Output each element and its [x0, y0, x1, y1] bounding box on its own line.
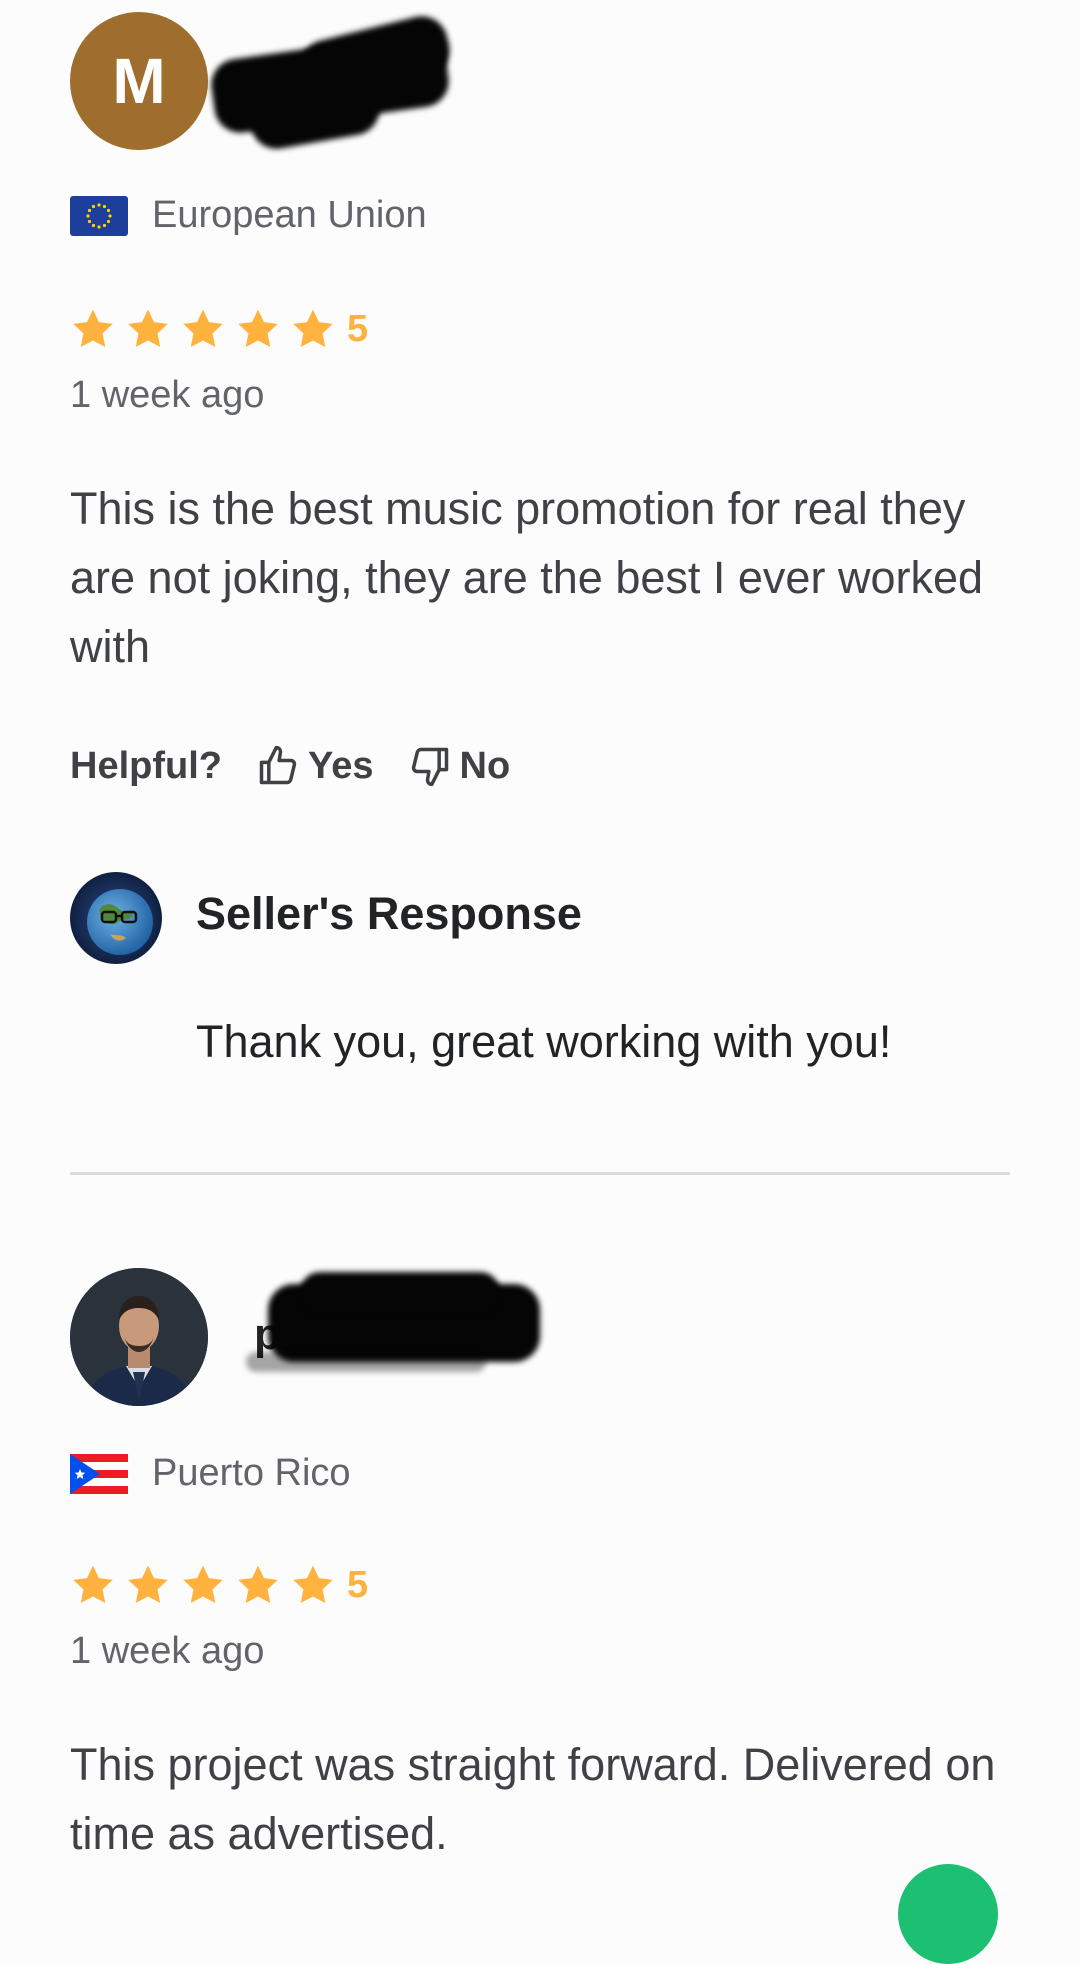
- review-card: ptm z Puerto Rico 5 1 week ago This proj…: [0, 1180, 1080, 1884]
- star-rating: 5: [70, 306, 368, 352]
- star-icon: [128, 309, 168, 348]
- thumbs-up-icon: [259, 745, 297, 785]
- puerto-rico-flag-icon: [70, 1453, 128, 1494]
- country-name: European Union: [152, 194, 427, 236]
- reviewer-avatar[interactable]: [70, 1268, 208, 1406]
- star-icon: [183, 1565, 223, 1604]
- helpful-row: Helpful? Yes No: [70, 744, 510, 788]
- globe-avatar-icon: [70, 872, 162, 964]
- rating-value: 5: [347, 1563, 369, 1606]
- review-text: This project was straight forward. Deliv…: [70, 1739, 996, 1859]
- star-icon: [73, 1565, 113, 1604]
- star-icon: [183, 309, 223, 348]
- reviewer-country: Puerto Rico: [70, 1452, 351, 1495]
- star-rating: 5: [70, 1562, 368, 1608]
- helpful-no-label: No: [459, 744, 511, 787]
- reviewer-country: European Union: [70, 194, 427, 237]
- redaction-mark: [246, 1352, 486, 1372]
- reviewer-photo: [70, 1268, 208, 1406]
- star-icon: [73, 309, 113, 348]
- helpful-yes-button[interactable]: Yes: [256, 744, 374, 788]
- star-icon: [238, 309, 278, 348]
- star-icon: [128, 1565, 168, 1604]
- review-card: M m European Union 5 1 week ago This is …: [0, 0, 1080, 1180]
- helpful-label: Helpful?: [70, 744, 222, 787]
- helpful-no-button[interactable]: No: [408, 744, 511, 788]
- helpful-yes-label: Yes: [307, 744, 374, 787]
- review-time: 1 week ago: [70, 1630, 265, 1672]
- country-name: Puerto Rico: [152, 1452, 351, 1494]
- review-text: This is the best music promotion for rea…: [70, 483, 984, 672]
- seller-avatar[interactable]: [70, 872, 162, 964]
- rating-value: 5: [347, 307, 369, 350]
- seller-response-text: Thank you, great working with you!: [196, 1016, 892, 1067]
- star-icon: [293, 309, 333, 348]
- eu-flag-icon: [70, 195, 128, 236]
- star-icon: [238, 1565, 278, 1604]
- seller-response-title: Seller's Response: [196, 888, 582, 939]
- review-time: 1 week ago: [70, 374, 265, 416]
- floating-action-button[interactable]: [898, 1864, 998, 1964]
- thumbs-down-icon: [411, 747, 448, 787]
- reviewer-avatar[interactable]: M: [70, 12, 208, 150]
- star-icon: [293, 1565, 333, 1604]
- redaction-mark: [300, 1272, 500, 1312]
- review-divider: [70, 1172, 1010, 1175]
